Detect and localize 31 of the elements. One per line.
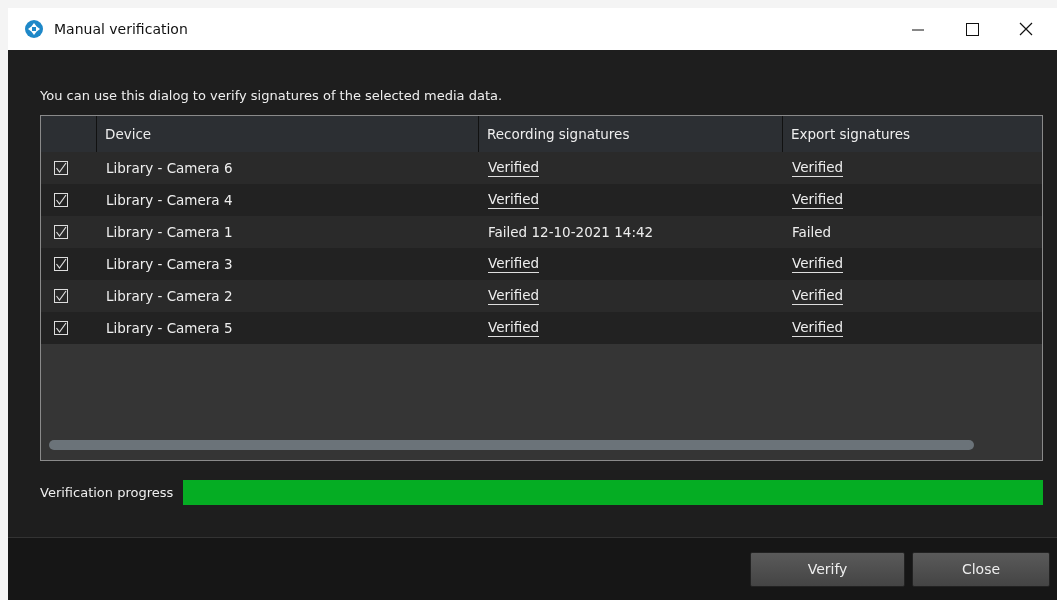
status-link[interactable]: Verified: [488, 255, 540, 273]
status-text: Failed: [792, 224, 832, 240]
scrollbar-thumb[interactable]: [49, 440, 974, 450]
device-name: Library - Camera 2: [106, 288, 233, 304]
app-logo-icon: [24, 19, 44, 39]
checkbox[interactable]: [54, 321, 68, 335]
device-name: Library - Camera 4: [106, 192, 233, 208]
progress-label: Verification progress: [40, 485, 174, 500]
status-link[interactable]: Verified: [792, 255, 844, 273]
status-link[interactable]: Verified: [488, 287, 540, 305]
intro-text: You can use this dialog to verify signatures of the selected media data.: [40, 88, 504, 103]
device-name: Library - Camera 3: [106, 256, 233, 272]
status-text: Failed 12-10-2021 14:42: [488, 224, 654, 240]
checkbox[interactable]: [54, 289, 68, 303]
status-link[interactable]: Verified: [792, 319, 844, 337]
checkbox[interactable]: [54, 225, 68, 239]
device-name: Library - Camera 5: [106, 320, 233, 336]
window-title: Manual verification: [54, 21, 188, 37]
verify-button[interactable]: Verify: [750, 551, 905, 587]
checkbox[interactable]: [54, 257, 68, 271]
status-link[interactable]: Verified: [792, 159, 844, 177]
status-link[interactable]: Verified: [792, 191, 844, 209]
status-link[interactable]: Verified: [488, 319, 540, 337]
checkbox[interactable]: [54, 193, 68, 207]
checkbox[interactable]: [54, 161, 68, 175]
device-name: Library - Camera 6: [106, 160, 233, 176]
status-link[interactable]: Verified: [488, 159, 540, 177]
close-button[interactable]: Close: [912, 551, 1050, 587]
status-link[interactable]: Verified: [488, 191, 540, 209]
device-name: Library - Camera 1: [106, 224, 233, 240]
status-link[interactable]: Verified: [792, 287, 844, 305]
